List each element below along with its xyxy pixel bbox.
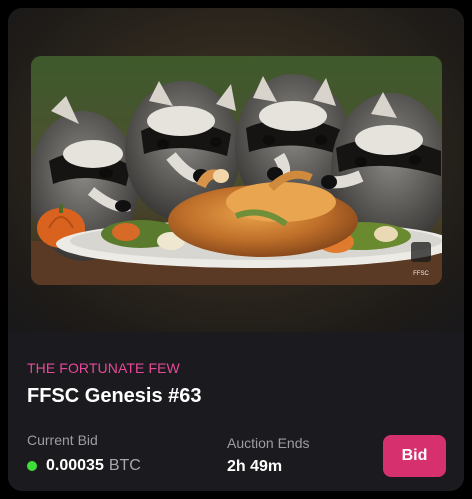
collection-name[interactable]: THE FORTUNATE FEW [27,360,180,376]
current-bid-label: Current Bid [27,432,98,448]
auction-time: 2h 49m [227,458,283,475]
watermark: FFSC [411,242,431,277]
nft-card[interactable]: FFSC THE FORTUNATE FEW FFSC Genesis #63 … [8,8,464,491]
bid-amount: 0.00035 [46,457,104,474]
bid-currency: BTC [108,457,141,474]
watermark-text: FFSC [413,271,429,277]
auction-ends-label: Auction Ends [227,435,310,451]
card-info: THE FORTUNATE FEW FFSC Genesis #63 Curre… [8,332,464,491]
current-bid-value: 0.00035 BTC [27,457,141,475]
nft-title[interactable]: FFSC Genesis #63 [27,385,202,408]
media-area: FFSC [8,8,464,332]
bid-button[interactable]: Bid [383,435,446,477]
nft-image[interactable]: FFSC [31,56,442,285]
green-dot-icon [27,461,37,471]
